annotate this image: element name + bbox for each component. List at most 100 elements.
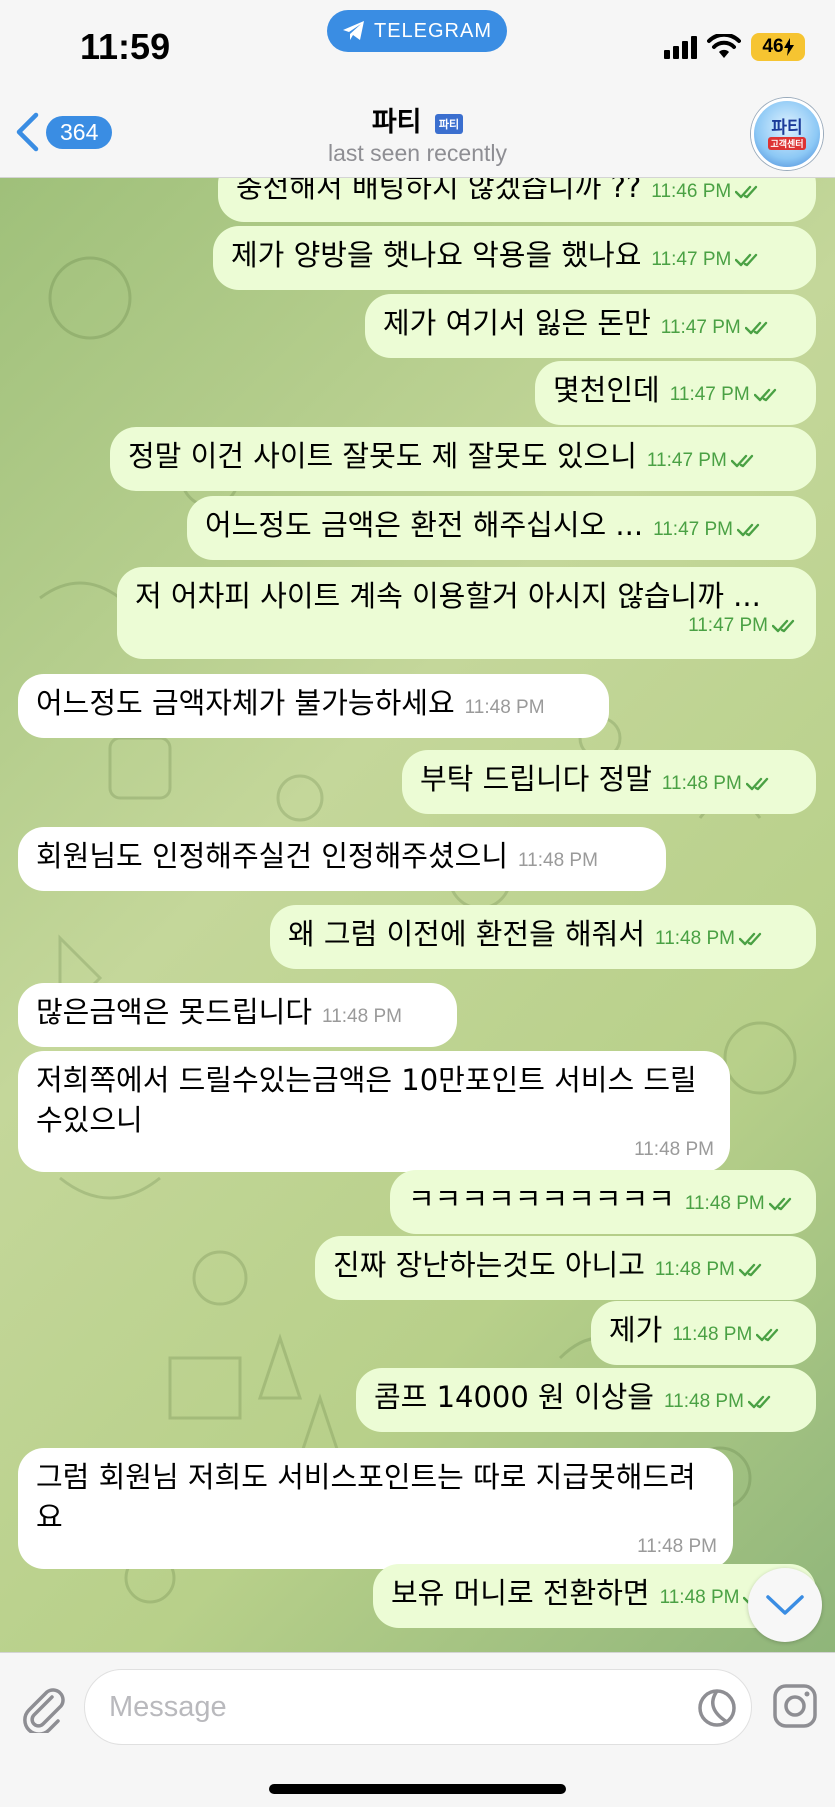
- message-time: 11:48 PM: [672, 1315, 784, 1355]
- paperclip-icon[interactable]: [18, 1683, 68, 1733]
- message-timestamp: 11:48 PM: [654, 1259, 735, 1280]
- message-timestamp: 11:48 PM: [634, 1139, 714, 1160]
- chat-title-text: 파티: [371, 107, 422, 138]
- outgoing-message[interactable]: 제가 여기서 잃은 돈만 11:47 PM: [365, 294, 816, 358]
- incoming-message[interactable]: 회원님도 인정해주실건 인정해주셨으니 11:48 PM: [18, 827, 666, 891]
- outgoing-message[interactable]: 정말 이건 사이트 잘못도 제 잘못도 있으니 11:47 PM: [110, 427, 816, 491]
- message-time: 11:48 PM: [664, 1382, 776, 1422]
- message-input[interactable]: [109, 1684, 669, 1730]
- message-field[interactable]: [84, 1669, 752, 1745]
- message-text: 몇천인데: [553, 373, 660, 407]
- outgoing-message[interactable]: ㅋㅋㅋㅋㅋㅋㅋㅋㅋㅋ 11:48 PM: [390, 1170, 816, 1234]
- message-timestamp: 11:47 PM: [653, 519, 733, 540]
- read-double-check-icon: [747, 1395, 771, 1409]
- incoming-message[interactable]: 그럼 회원님 저희도 서비스포인트는 따로 지급못해드려요 11:48 PM: [18, 1448, 733, 1569]
- message-time: 11:48 PM: [322, 997, 402, 1037]
- message-timestamp: 11:47 PM: [651, 249, 732, 270]
- outgoing-message[interactable]: 부탁 드립니다 정말 11:48 PM: [402, 750, 816, 814]
- message-time: 11:47 PM: [661, 308, 773, 348]
- message-text: 왜 그럼 이전에 환전을 해줘서: [288, 917, 646, 951]
- chat-status: last seen recently: [328, 140, 507, 166]
- sticker-icon[interactable]: [697, 1688, 737, 1728]
- read-double-check-icon: [756, 1328, 779, 1342]
- message-timestamp: 11:48 PM: [664, 1391, 744, 1412]
- message-time: 11:48 PM: [655, 919, 767, 959]
- message-timestamp: 11:48 PM: [518, 850, 598, 871]
- read-double-check-icon: [738, 932, 762, 946]
- message-time: 11:46 PM: [651, 172, 763, 212]
- message-timestamp: 11:48 PM: [637, 1536, 717, 1557]
- outgoing-message[interactable]: 콤프 14000 원 이상을 11:48 PM: [356, 1368, 816, 1432]
- message-text: 정말 이건 사이트 잘못도 제 잘못도 있으니: [128, 439, 637, 473]
- status-icons: 46: [664, 30, 805, 64]
- message-text: ㅋㅋㅋㅋㅋㅋㅋㅋㅋㅋ: [408, 1182, 675, 1216]
- scroll-down-button[interactable]: [748, 1568, 822, 1642]
- read-double-check-icon: [772, 619, 795, 633]
- message-text: 보유 머니로 전환하면: [391, 1576, 650, 1610]
- read-double-check-icon: [745, 777, 769, 791]
- message-text: 어느정도 금액자체가 불가능하세요: [36, 686, 455, 720]
- read-double-check-icon: [738, 1263, 762, 1277]
- avatar-subtext: 고객센터: [768, 136, 806, 150]
- outgoing-message[interactable]: 제가 양방을 햇나요 악용을 했나요 11:47 PM: [213, 226, 816, 290]
- status-time: 11:59: [80, 26, 171, 67]
- input-bar: [0, 1652, 835, 1807]
- telegram-pill[interactable]: TELEGRAM: [327, 10, 507, 52]
- message-time: 11:48 PM: [46, 1535, 717, 1559]
- message-text: 부탁 드립니다 정말: [420, 762, 652, 796]
- message-text: 제가 여기서 잃은 돈만: [383, 306, 651, 340]
- message-timestamp: 11:48 PM: [655, 928, 735, 949]
- incoming-message[interactable]: 많은금액은 못드립니다 11:48 PM: [18, 983, 457, 1047]
- wifi-icon: [707, 34, 741, 58]
- message-text: 저 어차피 사이트 계속 이용할거 아시지 않습니까 ...: [135, 579, 761, 613]
- chevron-down-icon: [766, 1595, 804, 1615]
- top-bar: 11:59 TELEGRAM 46 364 파티 파티 last seen re…: [0, 0, 835, 178]
- instagram-camera-icon[interactable]: [772, 1683, 818, 1729]
- message-timestamp: 11:46 PM: [651, 181, 732, 202]
- message-time: 11:48 PM: [518, 841, 598, 881]
- message-text: 진짜 장난하는것도 아니고: [333, 1248, 645, 1282]
- read-double-check-icon: [730, 454, 753, 468]
- message-time: 11:48 PM: [465, 688, 545, 728]
- message-text: 제가: [609, 1313, 663, 1347]
- message-time: 11:47 PM: [653, 510, 765, 550]
- message-text: 저희쪽에서 드릴수있는금액은 10만포인트 서비스 드릴수있으니: [36, 1063, 697, 1137]
- message-text: 콤프 14000 원 이상을: [374, 1380, 654, 1414]
- message-timestamp: 11:47 PM: [660, 317, 741, 338]
- message-timestamp: 11:47 PM: [646, 450, 727, 471]
- avatar[interactable]: 파티 고객센터: [751, 98, 823, 170]
- chat-title-emoji-tag: 파티: [434, 113, 464, 134]
- message-timestamp: 11:47 PM: [688, 615, 768, 636]
- home-indicator: [269, 1784, 566, 1794]
- chat-title[interactable]: 파티 파티: [0, 100, 835, 139]
- charging-bolt-icon: [783, 38, 794, 56]
- message-time: 11:47 PM: [647, 441, 759, 481]
- outgoing-message[interactable]: 어느정도 금액은 환전 해주십시오 ... 11:47 PM: [187, 496, 816, 560]
- message-time: 11:48 PM: [685, 1184, 797, 1224]
- outgoing-message[interactable]: 왜 그럼 이전에 환전을 해줘서 11:48 PM: [270, 905, 816, 969]
- incoming-message[interactable]: 어느정도 금액자체가 불가능하세요 11:48 PM: [18, 674, 609, 738]
- read-double-check-icon: [753, 388, 776, 402]
- outgoing-message[interactable]: 몇천인데 11:47 PM: [535, 361, 816, 425]
- avatar-text: 파티: [771, 117, 803, 138]
- message-time: 11:48 PM: [655, 1250, 767, 1290]
- read-double-check-icon: [744, 321, 767, 335]
- outgoing-message[interactable]: 제가 11:48 PM: [591, 1301, 816, 1365]
- telegram-plane-icon: [342, 21, 364, 40]
- battery-icon: 46: [751, 33, 805, 61]
- battery-level: 46: [762, 36, 784, 57]
- message-text: 제가 양방을 햇나요 악용을 했나요: [231, 238, 642, 272]
- incoming-message[interactable]: 저희쪽에서 드릴수있는금액은 10만포인트 서비스 드릴수있으니 11:48 PM: [18, 1051, 730, 1172]
- message-timestamp: 11:47 PM: [669, 384, 750, 405]
- message-timestamp: 11:48 PM: [659, 1587, 740, 1608]
- message-text: 어느정도 금액은 환전 해주십시오 ...: [205, 508, 644, 542]
- read-double-check-icon: [735, 185, 758, 199]
- message-time: 11:47 PM: [145, 614, 800, 638]
- read-double-check-icon: [735, 253, 758, 267]
- outgoing-message[interactable]: 진짜 장난하는것도 아니고 11:48 PM: [315, 1236, 816, 1300]
- message-timestamp: 11:48 PM: [684, 1193, 765, 1214]
- telegram-pill-label: TELEGRAM: [373, 19, 493, 42]
- outgoing-message[interactable]: 저 어차피 사이트 계속 이용할거 아시지 않습니까 ... 11:47 PM: [117, 567, 816, 659]
- message-timestamp: 11:48 PM: [661, 773, 742, 794]
- message-text: 많은금액은 못드립니다: [36, 995, 313, 1029]
